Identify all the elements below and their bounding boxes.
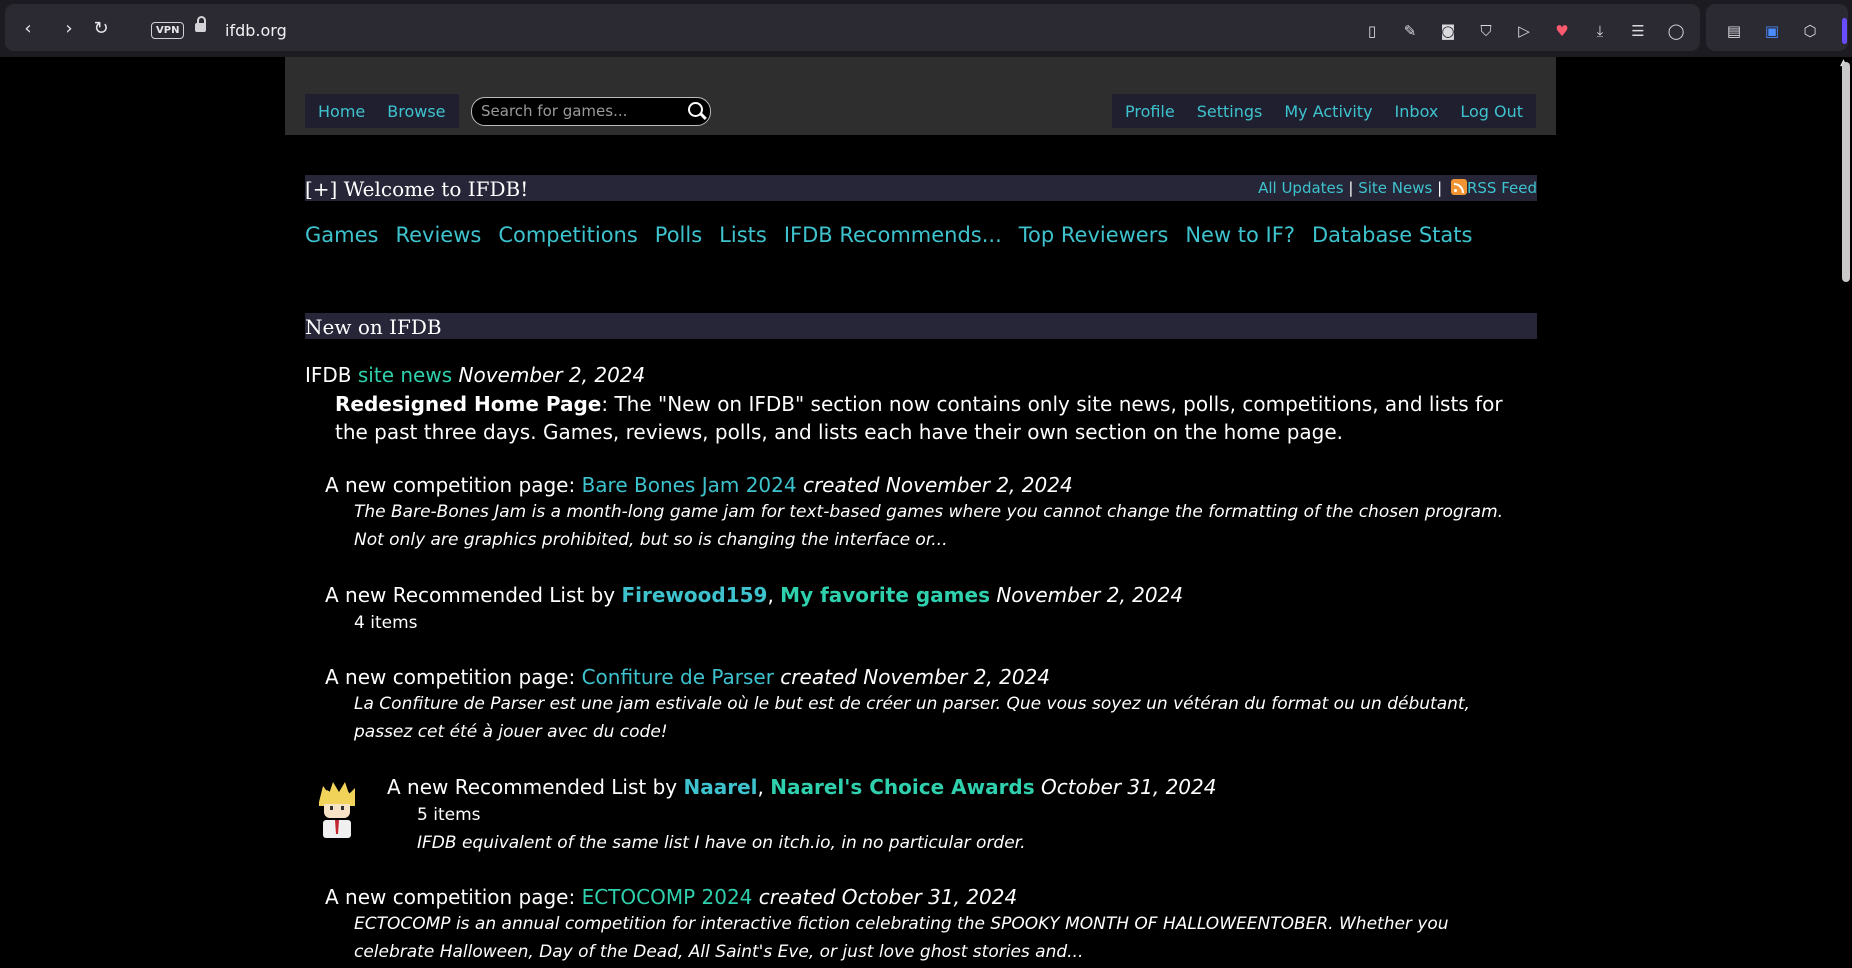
browser-toolbar: ‹ › ↻ VPN ifdb.org ▯ ✎ ◙ ⛉ ▷ ♥ ⤓ ☰ ◯ ▤ ▣… bbox=[0, 0, 1852, 57]
avatar[interactable] bbox=[315, 780, 359, 838]
camera-icon[interactable]: ◙ bbox=[1438, 21, 1458, 41]
site-header: Home Browse Search for games... Profile … bbox=[285, 57, 1556, 135]
document-icon[interactable]: ▤ bbox=[1724, 21, 1744, 41]
nav-new-to-if[interactable]: New to IF? bbox=[1185, 223, 1295, 247]
item-description: passez cet été à jouer avec du code! bbox=[354, 722, 668, 742]
list-item: A new competition page: Confiture de Par… bbox=[325, 665, 1051, 689]
competition-link[interactable]: ECTOCOMP 2024 bbox=[582, 885, 753, 909]
list-item: A new competition page: ECTOCOMP 2024 cr… bbox=[325, 885, 1018, 909]
list-link[interactable]: My favorite games bbox=[780, 583, 990, 607]
shield-icon[interactable]: ⛉ bbox=[1476, 21, 1496, 41]
extensions-area: ▤ ▣ ⬡ bbox=[1706, 4, 1848, 51]
item-count: 4 items bbox=[354, 613, 418, 633]
news-date: November 2, 2024 bbox=[458, 363, 646, 387]
item-description: The Bare-Bones Jam is a month-long game … bbox=[354, 502, 1504, 522]
site-news-line: IFDB site news November 2, 2024 bbox=[305, 363, 646, 387]
nav-polls[interactable]: Polls bbox=[655, 223, 702, 247]
site-news-link[interactable]: site news bbox=[358, 363, 452, 387]
nav-inbox[interactable]: Inbox bbox=[1384, 102, 1450, 121]
list-item: A new competition page: Bare Bones Jam 2… bbox=[325, 473, 1073, 497]
scrollbar-thumb[interactable] bbox=[1842, 62, 1850, 282]
author-link[interactable]: Naarel bbox=[683, 775, 757, 799]
download-icon[interactable]: ⤓ bbox=[1590, 21, 1610, 41]
nav-profile[interactable]: Profile bbox=[1114, 102, 1186, 121]
updates-links: All Updates | Site News | RSS Feed bbox=[1258, 179, 1537, 197]
rss-icon[interactable] bbox=[1450, 179, 1467, 195]
back-icon[interactable]: ‹ bbox=[17, 18, 39, 40]
news-headline: Redesigned Home Page bbox=[335, 392, 602, 416]
vpn-badge[interactable]: VPN bbox=[151, 22, 185, 39]
section-title: New on IFDB bbox=[305, 315, 442, 339]
main-nav: Games Reviews Competitions Polls Lists I… bbox=[305, 223, 1489, 247]
search-box[interactable]: Search for games... bbox=[471, 97, 711, 126]
item-description: La Confiture de Parser est une jam estiv… bbox=[354, 694, 1470, 714]
menu-icon[interactable]: ☰ bbox=[1628, 21, 1648, 41]
author-link[interactable]: Firewood159 bbox=[621, 583, 767, 607]
all-updates-link[interactable]: All Updates bbox=[1258, 179, 1344, 197]
user-nav: Profile Settings My Activity Inbox Log O… bbox=[1111, 94, 1536, 128]
rss-feed-link[interactable]: RSS Feed bbox=[1467, 179, 1537, 197]
welcome-bar: [+] Welcome to IFDB! All Updates | Site … bbox=[305, 175, 1537, 201]
item-count: 5 items bbox=[417, 805, 481, 825]
competition-link[interactable]: Bare Bones Jam 2024 bbox=[582, 473, 797, 497]
nav-ifdb-recommends[interactable]: IFDB Recommends... bbox=[784, 223, 1002, 247]
list-item: A new Recommended List by Firewood159, M… bbox=[325, 583, 1184, 607]
item-description: IFDB equivalent of the same list I have … bbox=[417, 833, 1026, 853]
item-description: celebrate Halloween, Day of the Dead, Al… bbox=[354, 942, 1084, 962]
welcome-title[interactable]: [+] Welcome to IFDB! bbox=[305, 177, 528, 201]
sidebar-accent bbox=[1842, 18, 1847, 44]
news-body-line2: the past three days. Games, reviews, pol… bbox=[335, 420, 1344, 444]
site-news-link[interactable]: Site News bbox=[1358, 179, 1432, 197]
translate-icon[interactable]: ▣ bbox=[1762, 21, 1782, 41]
forward-icon[interactable]: › bbox=[58, 18, 80, 40]
heart-icon[interactable]: ♥ bbox=[1552, 21, 1572, 41]
url-field[interactable]: ifdb.org bbox=[225, 21, 287, 40]
news-body-line1: Redesigned Home Page: The "New on IFDB" … bbox=[335, 392, 1503, 416]
nav-top-reviewers[interactable]: Top Reviewers bbox=[1019, 223, 1169, 247]
nav-my-activity[interactable]: My Activity bbox=[1273, 102, 1383, 121]
nav-home[interactable]: Home bbox=[307, 102, 376, 121]
account-icon[interactable]: ◯ bbox=[1666, 21, 1686, 41]
nav-browse[interactable]: Browse bbox=[376, 102, 456, 121]
edit-icon[interactable]: ✎ bbox=[1400, 21, 1420, 41]
reader-view-icon[interactable]: ▯ bbox=[1362, 21, 1382, 41]
item-description: Not only are graphics prohibited, but so… bbox=[354, 530, 948, 550]
competition-link[interactable]: Confiture de Parser bbox=[582, 665, 774, 689]
nav-database-stats[interactable]: Database Stats bbox=[1312, 223, 1472, 247]
search-input[interactable]: Search for games... bbox=[481, 102, 627, 120]
list-link[interactable]: Naarel's Choice Awards bbox=[770, 775, 1034, 799]
nav-settings[interactable]: Settings bbox=[1186, 102, 1274, 121]
item-description: ECTOCOMP is an annual competition for in… bbox=[354, 914, 1449, 934]
address-bar-area: ‹ › ↻ VPN ifdb.org ▯ ✎ ◙ ⛉ ▷ ♥ ⤓ ☰ ◯ bbox=[5, 4, 1700, 51]
lock-icon bbox=[195, 16, 206, 32]
search-icon[interactable] bbox=[688, 102, 703, 117]
send-icon[interactable]: ▷ bbox=[1514, 21, 1534, 41]
nav-games[interactable]: Games bbox=[305, 223, 378, 247]
list-item: A new Recommended List by Naarel, Naarel… bbox=[387, 775, 1217, 799]
cube-icon[interactable]: ⬡ bbox=[1800, 21, 1820, 41]
nav-lists[interactable]: Lists bbox=[719, 223, 767, 247]
nav-reviews[interactable]: Reviews bbox=[395, 223, 481, 247]
nav-log-out[interactable]: Log Out bbox=[1449, 102, 1534, 121]
reload-icon[interactable]: ↻ bbox=[90, 18, 112, 40]
nav-competitions[interactable]: Competitions bbox=[498, 223, 637, 247]
primary-nav: Home Browse bbox=[305, 94, 459, 128]
new-on-ifdb-bar: New on IFDB bbox=[305, 313, 1537, 339]
